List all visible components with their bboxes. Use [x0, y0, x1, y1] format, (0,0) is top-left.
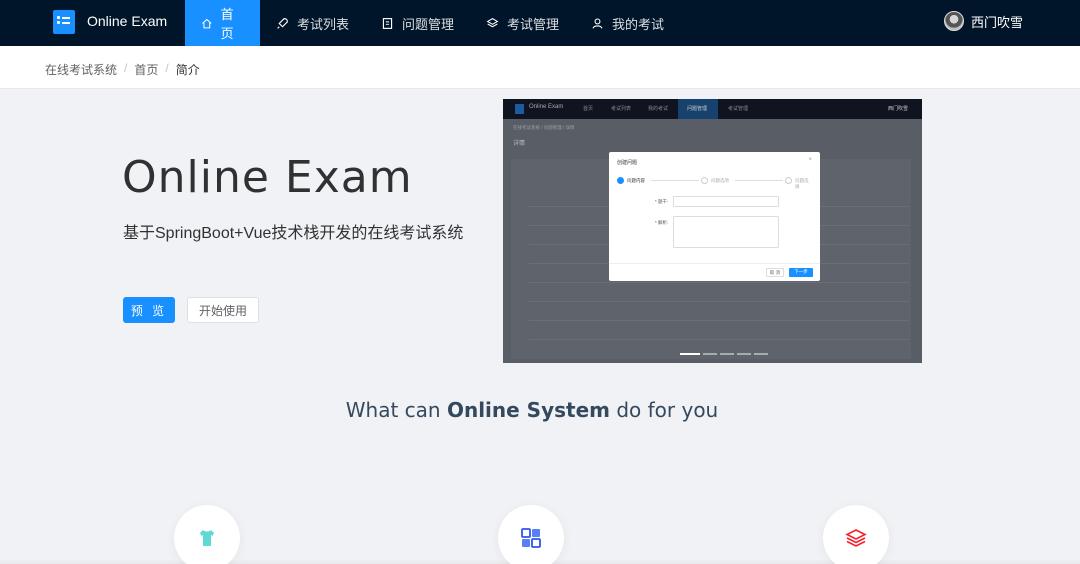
preview-field-label: * 解析:: [655, 220, 669, 225]
layers-icon: [486, 17, 499, 27]
preview-analysis-textarea: [673, 216, 779, 248]
grid-icon: [521, 528, 541, 548]
nav-item-label: 考试列表: [297, 16, 350, 32]
nav-item-label: 问题管理: [402, 16, 455, 32]
nav-item-home[interactable]: 首页: [185, 0, 260, 46]
preview-page-title: 详情: [513, 141, 526, 147]
nav-item-label: 我的考试: [612, 16, 665, 32]
preview-field-label: * 题干:: [655, 199, 669, 204]
preview-step-line: [735, 180, 783, 181]
feature-card-3: [823, 505, 889, 564]
preview-brand: Online Exam: [529, 104, 564, 110]
notebook-icon: [382, 17, 393, 29]
screenshot-carousel[interactable]: Online Exam 首页 考试列表 我的考试 问题管理 考试管理 西门吹雪 …: [503, 99, 922, 363]
preview-step-label: 问题内容: [627, 178, 645, 183]
user-menu[interactable]: 西门吹雪: [944, 11, 1023, 31]
preview-user: 西门吹雪: [888, 106, 909, 112]
preview-dialog-title: 创建问题: [617, 160, 638, 166]
get-started-button[interactable]: 开始使用: [187, 297, 259, 323]
preview-button[interactable]: 预 览: [123, 297, 175, 323]
preview-steps: 问题内容 问题选项 问题选择: [617, 177, 812, 189]
top-navbar: Online Exam 首页 考试列表 问题管理 考试管理 我的考试 西门吹雪: [0, 0, 1080, 46]
breadcrumb-bar: 在线考试系统 / 首页 / 简介: [0, 46, 1080, 89]
nav-item-exam-list[interactable]: 考试列表: [260, 0, 365, 46]
preview-breadcrumb: 在线考试系统 / 问题管理 / 详情: [513, 125, 575, 130]
app-logo-icon[interactable]: [53, 10, 75, 34]
breadcrumb-separator: /: [124, 61, 128, 75]
nav-item-question-manage[interactable]: 问题管理: [365, 0, 470, 46]
nav-item-my-exam[interactable]: 我的考试: [575, 0, 680, 46]
avatar[interactable]: [944, 11, 964, 31]
breadcrumb-item-home[interactable]: 首页: [134, 61, 158, 78]
preview-step-dot: [617, 177, 624, 184]
preview-nav-item: 我的考试: [648, 106, 669, 112]
carousel-dot[interactable]: [754, 353, 768, 355]
nav-item-label: 首页: [220, 7, 234, 41]
preview-nav-item: 考试列表: [611, 106, 632, 112]
main-nav: 首页 考试列表 问题管理 考试管理 我的考试: [185, 0, 680, 46]
nav-item-exam-manage[interactable]: 考试管理: [470, 0, 575, 46]
breadcrumb: 在线考试系统 / 首页 / 简介: [45, 61, 200, 78]
preview-next-button: 下一步: [789, 268, 813, 277]
feature-card-2: [498, 505, 564, 564]
preview-dialog-divider: [609, 263, 820, 264]
feature-card-1: [174, 505, 240, 564]
page-subtitle: 基于SpringBoot+Vue技术栈开发的在线考试系统: [123, 225, 464, 242]
app-brand[interactable]: Online Exam: [87, 0, 167, 42]
preview-table-row: [529, 339, 909, 340]
preview-table-row: [529, 282, 909, 283]
features-heading-pre: What can: [345, 398, 447, 422]
rocket-icon: [277, 17, 288, 29]
preview-table-row: [529, 320, 909, 321]
preview-step-dot: [701, 177, 708, 184]
preview-body: 在线考试系统 / 问题管理 / 详情 详情 创建问题 × 问题内容 问题选项 问…: [503, 119, 922, 363]
carousel-dot[interactable]: [703, 353, 717, 355]
preview-navbar: Online Exam 首页 考试列表 我的考试 问题管理 考试管理 西门吹雪: [503, 99, 922, 119]
preview-cancel-button: 取 消: [766, 268, 784, 277]
features-heading-bold: Online System: [446, 398, 610, 422]
home-icon: [202, 18, 212, 28]
carousel-dot[interactable]: [720, 353, 734, 355]
breadcrumb-item-intro: 简介: [175, 63, 200, 77]
preview-step-label: 问题选项: [711, 178, 729, 183]
preview-logo-icon: [515, 104, 524, 114]
features-heading-post: do for you: [609, 398, 719, 422]
stack-icon: [845, 529, 867, 547]
preview-dialog: 创建问题 × 问题内容 问题选项 问题选择 * 题干: * 解析: 取 消 下一…: [609, 152, 820, 281]
preview-stem-input: [673, 196, 779, 207]
user-name[interactable]: 西门吹雪: [971, 12, 1023, 31]
preview-nav-item: 问题管理: [687, 106, 708, 112]
preview-table-row: [529, 301, 909, 302]
breadcrumb-separator: /: [165, 61, 169, 75]
preview-nav-item: 首页: [583, 106, 594, 112]
carousel-dot[interactable]: [680, 353, 700, 355]
breadcrumb-item-system[interactable]: 在线考试系统: [45, 61, 117, 78]
page-title: Online Exam: [122, 152, 413, 203]
preview-step-label: 问题选择: [795, 178, 809, 189]
carousel-indicators: [680, 353, 768, 355]
shirt-icon: [200, 530, 214, 546]
features-heading: What can Online System do for you: [0, 398, 1064, 422]
user-icon: [592, 18, 603, 29]
preview-close-icon: ×: [808, 157, 812, 163]
preview-nav-item: 考试管理: [728, 106, 749, 112]
carousel-dot[interactable]: [737, 353, 751, 355]
nav-item-label: 考试管理: [507, 16, 560, 32]
preview-step-line: [651, 180, 699, 181]
preview-step-dot: [785, 177, 792, 184]
